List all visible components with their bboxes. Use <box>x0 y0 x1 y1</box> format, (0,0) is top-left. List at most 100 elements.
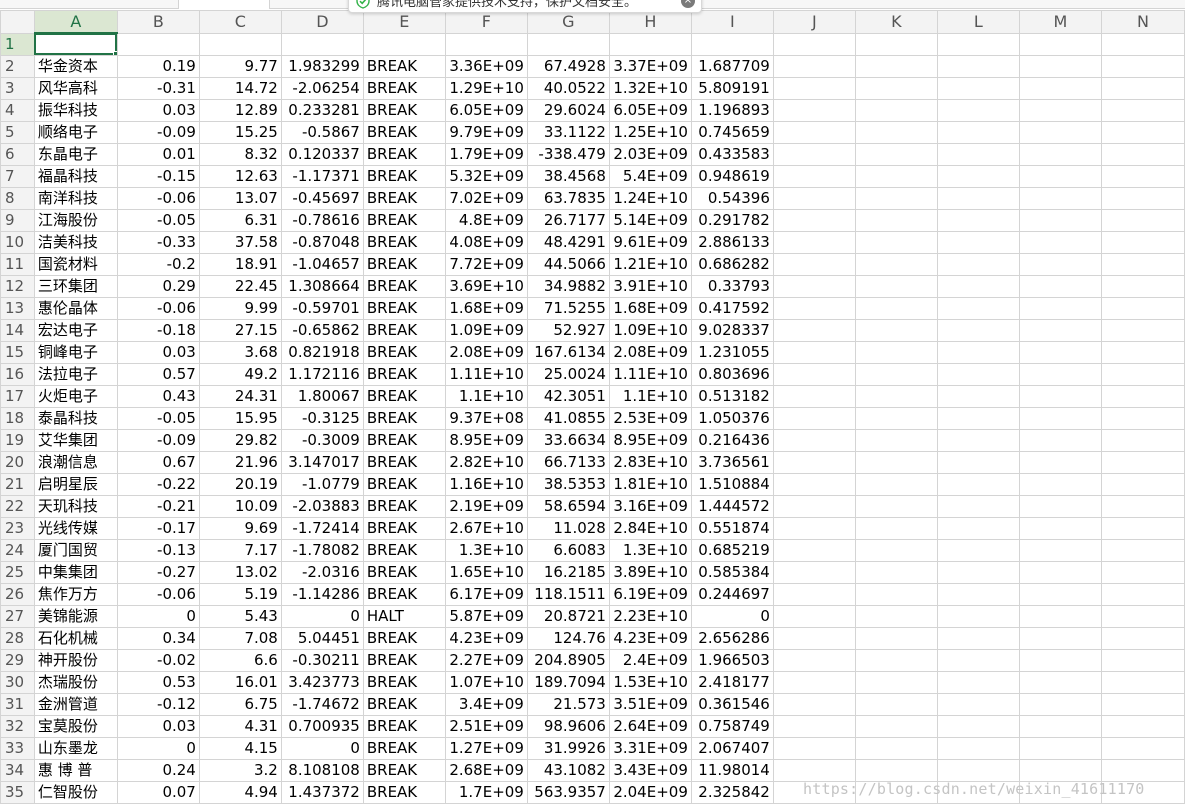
cell-g29[interactable]: 204.8905 <box>526 648 610 672</box>
cell-f31[interactable]: 3.4E+09 <box>444 692 528 716</box>
cell-f16[interactable]: 1.11E+10 <box>444 362 528 386</box>
cell-d14[interactable]: -0.65862 <box>280 318 364 342</box>
cell-a6[interactable]: 东晶电子 <box>33 142 118 166</box>
cell-f24[interactable]: 1.3E+10 <box>444 538 528 562</box>
cell-b21[interactable]: -0.22 <box>116 472 200 496</box>
cell-a29[interactable]: 神开股份 <box>33 648 118 672</box>
cell-j28[interactable] <box>772 626 856 650</box>
cell-k17[interactable] <box>854 384 938 408</box>
cell-m15[interactable] <box>1018 340 1102 364</box>
cell-m1[interactable] <box>1018 32 1102 56</box>
cell-h17[interactable]: 1.1E+10 <box>608 384 692 408</box>
cell-i13[interactable]: 0.417592 <box>690 296 774 320</box>
column-header-g[interactable]: G <box>526 10 610 34</box>
cell-n2[interactable] <box>1100 54 1185 78</box>
cell-k34[interactable] <box>854 758 938 782</box>
cell-g12[interactable]: 34.9882 <box>526 274 610 298</box>
cell-i11[interactable]: 0.686282 <box>690 252 774 276</box>
cell-d7[interactable]: -1.17371 <box>280 164 364 188</box>
column-header-d[interactable]: D <box>280 10 364 34</box>
cell-a31[interactable]: 金洲管道 <box>33 692 118 716</box>
cell-g8[interactable]: 63.7835 <box>526 186 610 210</box>
cell-h5[interactable]: 1.25E+10 <box>608 120 692 144</box>
row-header[interactable]: 32 <box>0 714 35 738</box>
cell-k20[interactable] <box>854 450 938 474</box>
cell-n21[interactable] <box>1100 472 1185 496</box>
cell-j12[interactable] <box>772 274 856 298</box>
cell-k16[interactable] <box>854 362 938 386</box>
cell-n10[interactable] <box>1100 230 1185 254</box>
cell-c16[interactable]: 49.2 <box>198 362 282 386</box>
cell-m28[interactable] <box>1018 626 1102 650</box>
cell-n18[interactable] <box>1100 406 1185 430</box>
cell-a34[interactable]: 惠 博 普 <box>33 758 118 782</box>
cell-a33[interactable]: 山东墨龙 <box>33 736 118 760</box>
cell-d22[interactable]: -2.03883 <box>280 494 364 518</box>
cell-i20[interactable]: 3.736561 <box>690 450 774 474</box>
cell-n27[interactable] <box>1100 604 1185 628</box>
cell-c15[interactable]: 3.68 <box>198 340 282 364</box>
row-header[interactable]: 22 <box>0 494 35 518</box>
cell-d17[interactable]: 1.80067 <box>280 384 364 408</box>
cell-l2[interactable] <box>936 54 1020 78</box>
row-header[interactable]: 31 <box>0 692 35 716</box>
cell-k19[interactable] <box>854 428 938 452</box>
cell-h3[interactable]: 1.32E+10 <box>608 76 692 100</box>
cell-c6[interactable]: 8.32 <box>198 142 282 166</box>
column-header-b[interactable]: B <box>116 10 200 34</box>
cell-j34[interactable] <box>772 758 856 782</box>
cell-c12[interactable]: 22.45 <box>198 274 282 298</box>
cell-l26[interactable] <box>936 582 1020 606</box>
cell-i30[interactable]: 2.418177 <box>690 670 774 694</box>
cell-l22[interactable] <box>936 494 1020 518</box>
cell-m33[interactable] <box>1018 736 1102 760</box>
cell-l12[interactable] <box>936 274 1020 298</box>
cell-k25[interactable] <box>854 560 938 584</box>
cell-f4[interactable]: 6.05E+09 <box>444 98 528 122</box>
cell-d21[interactable]: -1.0779 <box>280 472 364 496</box>
cell-n15[interactable] <box>1100 340 1185 364</box>
cell-m13[interactable] <box>1018 296 1102 320</box>
cell-m25[interactable] <box>1018 560 1102 584</box>
cell-d15[interactable]: 0.821918 <box>280 340 364 364</box>
cell-i6[interactable]: 0.433583 <box>690 142 774 166</box>
cell-j8[interactable] <box>772 186 856 210</box>
row-header[interactable]: 14 <box>0 318 35 342</box>
cell-h30[interactable]: 1.53E+10 <box>608 670 692 694</box>
cell-c22[interactable]: 10.09 <box>198 494 282 518</box>
cell-a16[interactable]: 法拉电子 <box>33 362 118 386</box>
cell-a32[interactable]: 宝莫股份 <box>33 714 118 738</box>
cell-f21[interactable]: 1.16E+10 <box>444 472 528 496</box>
cell-d35[interactable]: 1.437372 <box>280 780 364 804</box>
cell-n6[interactable] <box>1100 142 1185 166</box>
cell-n12[interactable] <box>1100 274 1185 298</box>
cell-d8[interactable]: -0.45697 <box>280 186 364 210</box>
cell-m20[interactable] <box>1018 450 1102 474</box>
cell-k22[interactable] <box>854 494 938 518</box>
cell-i35[interactable]: 2.325842 <box>690 780 774 804</box>
cell-l18[interactable] <box>936 406 1020 430</box>
cell-d12[interactable]: 1.308664 <box>280 274 364 298</box>
cell-m18[interactable] <box>1018 406 1102 430</box>
cell-a19[interactable]: 艾华集团 <box>33 428 118 452</box>
row-header[interactable]: 1 <box>0 32 35 56</box>
cell-k28[interactable] <box>854 626 938 650</box>
cell-b26[interactable]: -0.06 <box>116 582 200 606</box>
cell-b25[interactable]: -0.27 <box>116 560 200 584</box>
cell-j5[interactable] <box>772 120 856 144</box>
cell-n31[interactable] <box>1100 692 1185 716</box>
column-header-l[interactable]: L <box>936 10 1020 34</box>
cell-d26[interactable]: -1.14286 <box>280 582 364 606</box>
cell-b28[interactable]: 0.34 <box>116 626 200 650</box>
cell-e33[interactable]: BREAK <box>362 736 446 760</box>
cell-j1[interactable] <box>772 32 856 56</box>
cell-n8[interactable] <box>1100 186 1185 210</box>
cell-a35[interactable]: 仁智股份 <box>33 780 118 804</box>
cell-c5[interactable]: 15.25 <box>198 120 282 144</box>
cell-a3[interactable]: 风华高科 <box>33 76 118 100</box>
cell-n14[interactable] <box>1100 318 1185 342</box>
cell-a9[interactable]: 江海股份 <box>33 208 118 232</box>
cell-h10[interactable]: 9.61E+09 <box>608 230 692 254</box>
cell-n34[interactable] <box>1100 758 1185 782</box>
cell-h4[interactable]: 6.05E+09 <box>608 98 692 122</box>
